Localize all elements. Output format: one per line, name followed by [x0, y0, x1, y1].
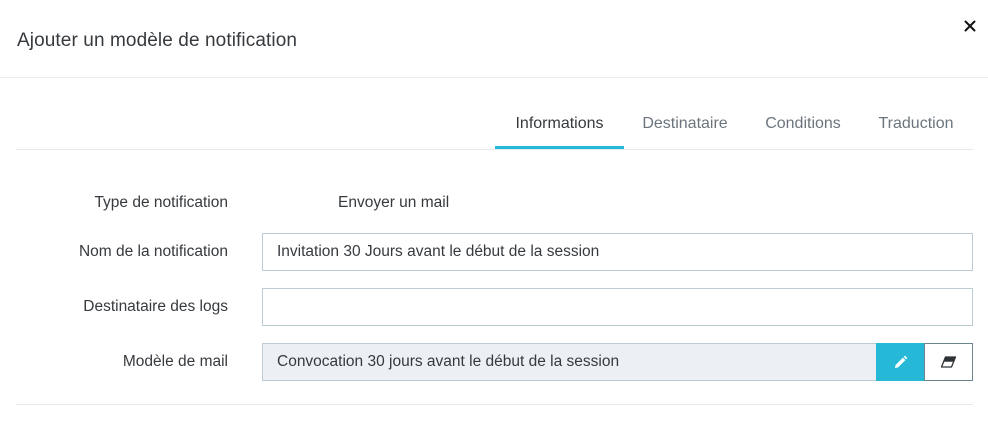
mail-template-group: Convocation 30 jours avant le début de l… — [262, 343, 973, 381]
notification-name-label: Nom de la notification — [78, 243, 228, 260]
notification-name-input[interactable] — [262, 233, 973, 271]
close-button[interactable] — [958, 14, 982, 38]
clear-template-button[interactable] — [924, 343, 973, 381]
modal-header: Ajouter un modèle de notification — [0, 0, 988, 78]
mail-template-label: Modèle de mail — [122, 353, 228, 370]
pencil-icon — [894, 355, 907, 368]
notification-type-value: Envoyer un mail — [338, 194, 450, 211]
footer-divider — [16, 404, 973, 405]
tab-traduction[interactable]: Traduction — [860, 96, 972, 149]
modal-title: Ajouter un modèle de notification — [17, 30, 298, 51]
tab-bar: Informations Destinataire Conditions Tra… — [16, 96, 973, 150]
tab-destinataire[interactable]: Destinataire — [624, 96, 746, 149]
tab-informations[interactable]: Informations — [495, 96, 624, 149]
close-icon — [964, 20, 976, 32]
notification-template-modal: Ajouter un modèle de notification Inform… — [0, 0, 988, 433]
tab-conditions[interactable]: Conditions — [746, 96, 860, 149]
logs-recipient-label: Destinataire des logs — [83, 298, 228, 315]
logs-recipient-input[interactable] — [262, 288, 973, 326]
eraser-icon — [940, 356, 957, 368]
edit-template-button[interactable] — [876, 343, 924, 381]
mail-template-field: Convocation 30 jours avant le début de l… — [262, 343, 876, 381]
notification-type-label: Type de notification — [94, 194, 228, 211]
